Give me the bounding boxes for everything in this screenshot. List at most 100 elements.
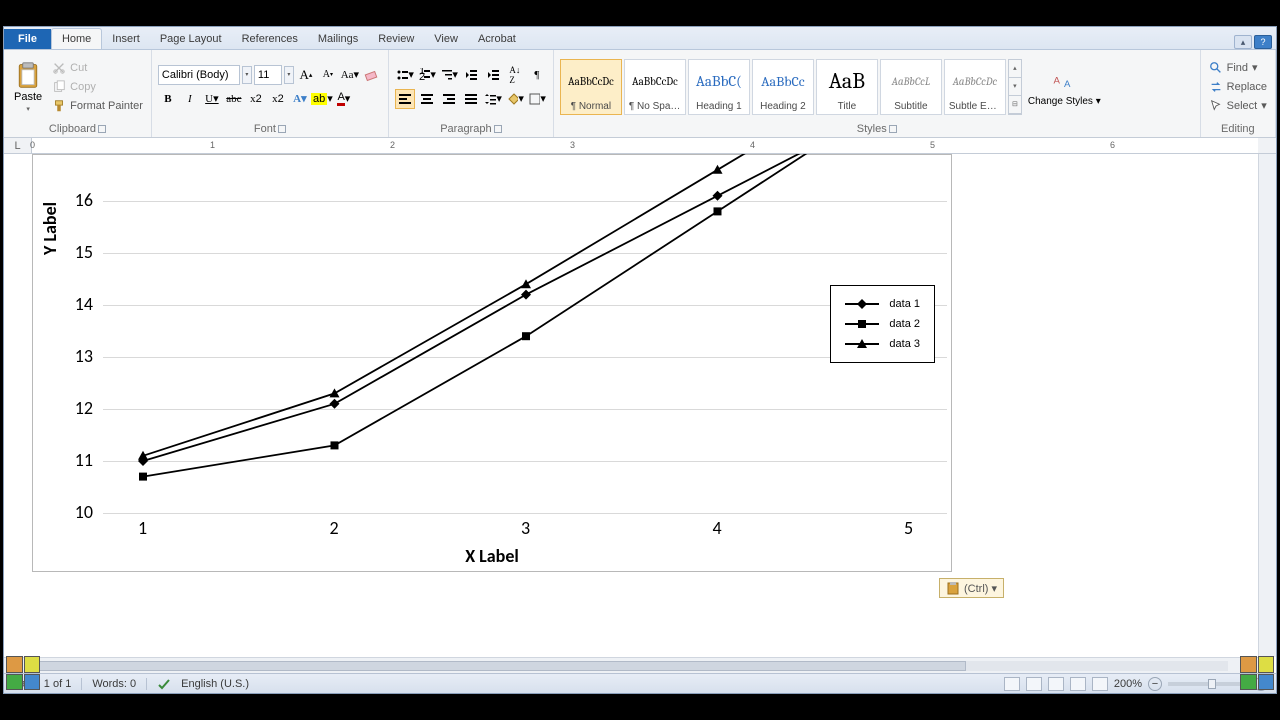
shading-button[interactable]: ▾ xyxy=(505,89,525,109)
brush-icon xyxy=(52,99,66,113)
svg-text:A: A xyxy=(1054,76,1061,87)
font-dialog-icon[interactable] xyxy=(278,125,286,133)
style-card[interactable]: AaBbCcDc¶ No Spaci... xyxy=(624,59,686,115)
styles-dialog-icon[interactable] xyxy=(889,125,897,133)
highlight-button[interactable]: ab▾ xyxy=(312,89,332,109)
tab-page-layout[interactable]: Page Layout xyxy=(150,29,232,49)
y-tick: 11 xyxy=(61,449,93,471)
style-card[interactable]: AaBbCcHeading 2 xyxy=(752,59,814,115)
change-case-button[interactable]: Aa▾ xyxy=(340,65,360,85)
os-corner-widget xyxy=(1240,656,1274,690)
vertical-scrollbar[interactable] xyxy=(1258,154,1276,657)
ruler[interactable]: L 01234567 xyxy=(4,138,1276,154)
superscript-button[interactable]: x2 xyxy=(268,89,288,109)
clipboard-dialog-icon[interactable] xyxy=(98,125,106,133)
tab-references[interactable]: References xyxy=(232,29,308,49)
x-tick: 5 xyxy=(904,517,913,539)
italic-button[interactable]: I xyxy=(180,89,200,109)
clear-format-button[interactable] xyxy=(362,65,382,85)
font-color-button[interactable]: A▾ xyxy=(334,89,354,109)
paragraph-dialog-icon[interactable] xyxy=(494,125,502,133)
chart-object[interactable]: Y Label X Label 1011121314151617 12345 d… xyxy=(32,154,952,572)
tab-home[interactable]: Home xyxy=(51,28,102,49)
chevron-down-icon[interactable]: ▾ xyxy=(284,66,294,84)
minimize-ribbon-icon[interactable]: ▴ xyxy=(1234,35,1252,49)
tab-acrobat[interactable]: Acrobat xyxy=(468,29,526,49)
indent-icon xyxy=(486,68,500,82)
font-name-select[interactable]: Calibri (Body) xyxy=(158,65,240,85)
legend[interactable]: data 1data 2data 3 xyxy=(830,285,935,363)
align-right-button[interactable] xyxy=(439,89,459,109)
view-fullscreen-button[interactable] xyxy=(1026,677,1042,691)
cut-button[interactable]: Cut xyxy=(50,60,145,76)
tab-view[interactable]: View xyxy=(424,29,468,49)
align-center-button[interactable] xyxy=(417,89,437,109)
bold-button[interactable]: B xyxy=(158,89,178,109)
borders-button[interactable]: ▾ xyxy=(527,89,547,109)
tab-file[interactable]: File xyxy=(4,29,51,49)
format-painter-button[interactable]: Format Painter xyxy=(50,98,145,114)
change-styles-button[interactable]: AAChange Styles ▾ xyxy=(1024,64,1105,109)
style-card[interactable]: AaBbCcDcSubtle Em... xyxy=(944,59,1006,115)
numbering-button[interactable]: 12▾ xyxy=(417,65,437,85)
chevron-down-icon[interactable]: ▾ xyxy=(242,66,252,84)
status-language[interactable]: English (U.S.) xyxy=(181,678,249,690)
style-card[interactable]: AaBbC(Heading 1 xyxy=(688,59,750,115)
showmarks-button[interactable]: ¶ xyxy=(527,65,547,85)
zoom-out-button[interactable]: − xyxy=(1148,677,1162,691)
plot-area xyxy=(103,154,947,511)
view-outline-button[interactable] xyxy=(1070,677,1086,691)
underline-button[interactable]: U▾ xyxy=(202,89,222,109)
paste-button[interactable]: Paste ▾ xyxy=(10,59,46,115)
horizontal-scrollbar[interactable]: ◂▸ xyxy=(4,657,1258,673)
tab-review[interactable]: Review xyxy=(368,29,424,49)
styles-scroll[interactable]: ▴▾⊟ xyxy=(1008,59,1022,115)
y-tick: 10 xyxy=(61,501,93,523)
align-left-button[interactable] xyxy=(395,89,415,109)
tab-selector[interactable]: L xyxy=(4,138,32,153)
justify-icon xyxy=(464,92,478,106)
find-button[interactable]: Find ▾ xyxy=(1207,60,1269,76)
view-web-button[interactable] xyxy=(1048,677,1064,691)
multilevel-icon xyxy=(440,68,452,82)
legend-item: data 2 xyxy=(845,314,920,334)
view-print-button[interactable] xyxy=(1004,677,1020,691)
font-size-select[interactable]: 11 xyxy=(254,65,282,85)
shrink-font-button[interactable]: A▾ xyxy=(318,65,338,85)
eraser-icon xyxy=(364,67,380,83)
paste-options-tag[interactable]: (Ctrl) ▾ xyxy=(939,578,1004,598)
line-spacing-button[interactable]: ▾ xyxy=(483,89,503,109)
cut-icon xyxy=(52,61,66,75)
outdent-button[interactable] xyxy=(461,65,481,85)
spacing-icon xyxy=(484,92,496,106)
strike-button[interactable]: abc xyxy=(224,89,244,109)
status-words[interactable]: Words: 0 xyxy=(92,678,136,690)
zoom-level[interactable]: 200% xyxy=(1114,678,1142,690)
text-effects-button[interactable]: A▾ xyxy=(290,89,310,109)
indent-button[interactable] xyxy=(483,65,503,85)
group-paragraph: ▾ 12▾ ▾ A↓Z ¶ ▾ ▾ ▾ Para xyxy=(389,50,554,137)
select-button[interactable]: Select ▾ xyxy=(1207,98,1269,114)
copy-button[interactable]: Copy xyxy=(50,79,145,95)
tab-mailings[interactable]: Mailings xyxy=(308,29,368,49)
style-card[interactable]: AaBbCcLSubtitle xyxy=(880,59,942,115)
x-tick: 3 xyxy=(521,517,530,539)
justify-button[interactable] xyxy=(461,89,481,109)
view-draft-button[interactable] xyxy=(1092,677,1108,691)
style-card[interactable]: AaBTitle xyxy=(816,59,878,115)
zoom-slider[interactable] xyxy=(1168,682,1248,686)
spellcheck-icon[interactable] xyxy=(157,678,171,690)
multilevel-button[interactable]: ▾ xyxy=(439,65,459,85)
help-icon[interactable]: ? xyxy=(1254,35,1272,49)
sort-button[interactable]: A↓Z xyxy=(505,65,525,85)
bullets-button[interactable]: ▾ xyxy=(395,65,415,85)
tab-insert[interactable]: Insert xyxy=(102,29,150,49)
replace-button[interactable]: Replace xyxy=(1207,79,1269,95)
grow-font-button[interactable]: A▴ xyxy=(296,65,316,85)
legend-item: data 1 xyxy=(845,294,920,314)
style-card[interactable]: AaBbCcDc¶ Normal xyxy=(560,59,622,115)
border-icon xyxy=(528,92,540,106)
y-tick: 17 xyxy=(61,154,93,159)
copy-icon xyxy=(52,80,66,94)
subscript-button[interactable]: x2 xyxy=(246,89,266,109)
